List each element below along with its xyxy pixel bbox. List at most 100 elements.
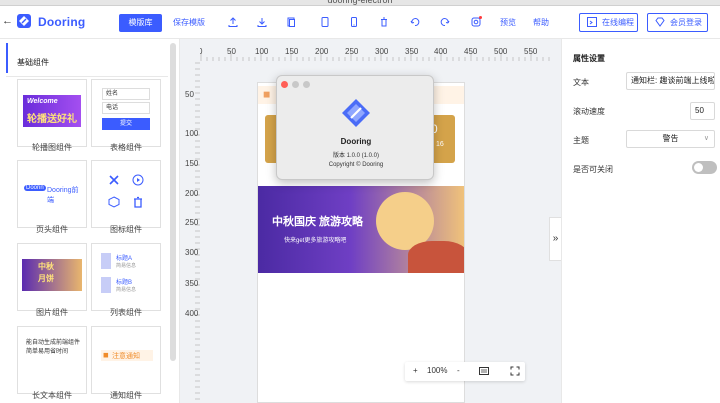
dooring-logo-icon — [17, 14, 31, 28]
qrcode-icon[interactable] — [470, 16, 482, 28]
image-preview-picture: 中秋 月饼 — [22, 259, 82, 291]
list-preview: 标题A 简易信息 标题B 简易信息 — [92, 244, 160, 310]
text-field-label: 文本 — [573, 78, 589, 87]
close-window-button[interactable] — [281, 81, 288, 88]
app-logo-icon — [342, 99, 370, 127]
carousel-preview-sub: 轮播送好礼 — [27, 114, 77, 125]
save-template-button[interactable]: 保存模版 — [173, 14, 205, 32]
list-component-label: 列表组件 — [110, 308, 142, 317]
carousel-component-card[interactable]: Welcome 轮播送好礼 — [17, 79, 87, 147]
list-component-card[interactable]: 标题A 简易信息 标题B 简易信息 — [91, 243, 161, 311]
box-icon — [108, 196, 120, 208]
speaker-icon: ◼ — [103, 352, 109, 359]
copy-icon[interactable] — [285, 16, 297, 28]
diamond-icon — [655, 17, 665, 27]
zoom-out-button[interactable]: - — [457, 366, 460, 375]
ruler-label: 550 — [524, 47, 538, 56]
help-button[interactable]: 帮助 — [533, 14, 549, 32]
icon-component-card[interactable] — [91, 160, 161, 228]
notice-preview: ◼ 注意通知 — [92, 327, 160, 393]
upload-icon[interactable] — [227, 16, 239, 28]
fullscreen-icon[interactable] — [510, 366, 520, 376]
code-window-icon — [587, 17, 597, 27]
icon-component-label: 图标组件 — [110, 225, 142, 234]
zoom-in-button[interactable]: + — [413, 366, 418, 375]
zoom-toolbar: + 100% - — [405, 362, 525, 381]
download-icon[interactable] — [256, 16, 268, 28]
form-preview: 姓名 电话 提交 — [92, 80, 160, 146]
online-coding-label: 在线编程 — [602, 18, 634, 27]
top-toolbar: ← Dooring 模版库 保存模版 预览 帮助 在线编程 会员登录 — [0, 6, 720, 39]
ruler-label: 100 — [255, 47, 269, 56]
toggle-knob — [694, 163, 703, 172]
header-preview-logo: Doorin — [24, 185, 46, 191]
window-title: dooring-electron — [327, 0, 393, 5]
keyboard-icon[interactable] — [479, 367, 489, 375]
longtext-component-card[interactable]: 能自动生成前端组件简单易用省时间 — [17, 326, 87, 394]
chevron-down-icon: ∨ — [703, 135, 709, 142]
ruler-label: 300 — [185, 248, 199, 257]
notice-speaker-icon: ◼ — [263, 89, 271, 99]
header-preview-title: Dooring前端 — [47, 187, 79, 204]
member-login-button[interactable]: 会员登录 — [647, 13, 708, 32]
active-tab-indicator — [6, 43, 8, 73]
form-preview-phone: 电话 — [102, 102, 150, 114]
mobile-icon[interactable] — [348, 16, 360, 28]
theme-select[interactable]: 警告 ∨ — [626, 130, 715, 148]
image-component-card[interactable]: 中秋 月饼 — [17, 243, 87, 311]
cloud-shape — [408, 241, 464, 273]
form-preview-submit: 提交 — [102, 118, 150, 130]
member-login-label: 会员登录 — [670, 18, 702, 27]
icon-preview — [92, 161, 160, 227]
play-circle-icon — [132, 174, 144, 186]
list-item-thumb — [101, 253, 111, 269]
back-arrow-icon[interactable]: ← — [2, 15, 13, 27]
theme-field-label: 主题 — [573, 136, 589, 145]
ruler-label: 450 — [464, 47, 478, 56]
redo-icon[interactable] — [439, 16, 451, 28]
about-version: 版本 1.0.0 (1.0.0) — [332, 153, 380, 159]
collapse-panel-button[interactable]: » — [549, 217, 561, 261]
speed-input[interactable]: 50 — [690, 102, 715, 120]
longtext-component-label: 长文本组件 — [32, 391, 72, 400]
ruler-label: 250 — [185, 218, 199, 227]
zoom-window-button[interactable] — [303, 81, 310, 88]
list-item-sub: 简易信息 — [116, 287, 137, 293]
banner-image-instance[interactable]: 中秋国庆 旅游攻略 快来get更多旅游攻略吧 — [258, 186, 464, 273]
component-panel: 基础组件 Welcome 轮播送好礼 轮播图组件 姓名 电话 提交 表格组件 D… — [0, 39, 180, 403]
list-item-title: 标题A — [116, 256, 133, 262]
about-copyright: Copyright © Dooring — [328, 162, 384, 168]
ruler-label: 150 — [285, 47, 299, 56]
section-divider — [6, 76, 168, 77]
speed-field-label: 滚动速度 — [573, 107, 605, 116]
panel-scrollbar[interactable] — [170, 43, 176, 361]
notice-component-card[interactable]: ◼ 注意通知 — [91, 326, 161, 394]
image-preview-title: 中秋 — [38, 262, 54, 271]
minimize-window-button[interactable] — [292, 81, 299, 88]
template-library-button[interactable]: 模版库 — [119, 14, 162, 32]
online-coding-button[interactable]: 在线编程 — [579, 13, 638, 32]
list-item-title: 标题B — [116, 280, 133, 286]
longtext-preview: 能自动生成前端组件简单易用省时间 — [18, 327, 86, 393]
undo-icon[interactable] — [409, 16, 421, 28]
carousel-preview-title: Welcome — [27, 98, 58, 105]
form-component-card[interactable]: 姓名 电话 提交 — [91, 79, 161, 147]
ruler-label: 500 — [494, 47, 508, 56]
header-component-card[interactable]: Doorin Dooring前端 — [17, 160, 87, 228]
notice-preview-bar: ◼ 注意通知 — [101, 350, 153, 361]
header-preview-bar: Doorin Dooring前端 — [24, 183, 82, 204]
property-panel-title: 属性设置 — [573, 54, 605, 63]
zoom-level: 100% — [427, 366, 448, 375]
ruler-label: 200 — [185, 189, 199, 198]
tablet-icon[interactable] — [319, 16, 331, 28]
ruler-label: 100 — [185, 129, 199, 138]
delete-icon[interactable] — [378, 16, 390, 28]
form-preview-name: 姓名 — [102, 88, 150, 100]
preview-button[interactable]: 预览 — [500, 14, 516, 32]
trash-icon — [134, 196, 142, 208]
tools-icon — [109, 175, 119, 185]
text-input[interactable]: 通知栏: 趣谈前端上线啦 — [626, 72, 715, 90]
closable-toggle[interactable] — [692, 161, 717, 174]
ruler-label: 50 — [185, 90, 194, 99]
ruler-label: 350 — [405, 47, 419, 56]
